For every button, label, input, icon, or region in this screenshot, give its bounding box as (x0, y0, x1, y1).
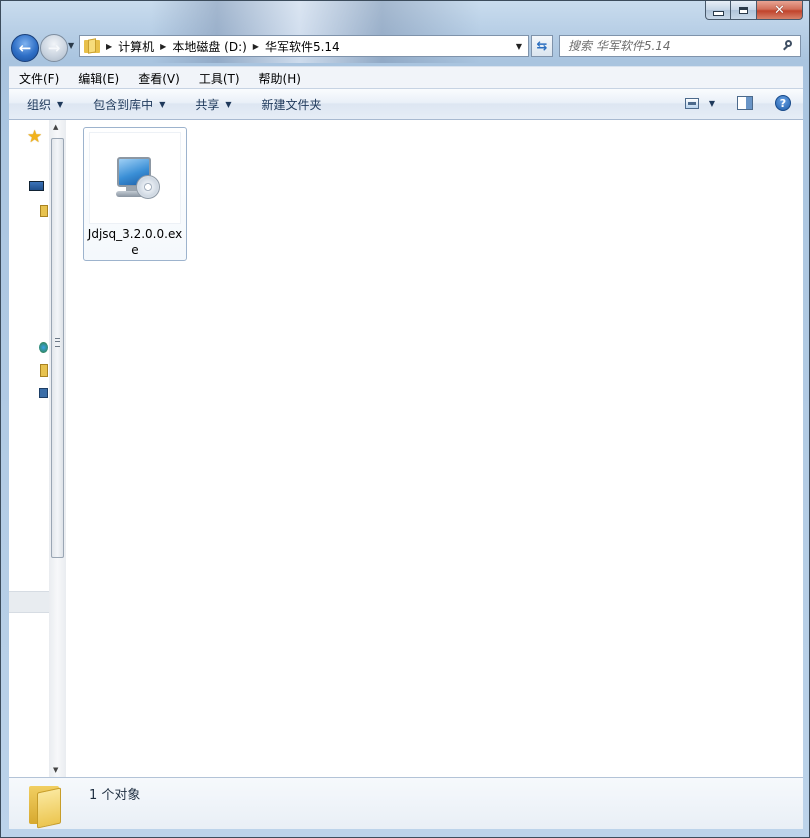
file-thumbnail (89, 132, 181, 224)
scroll-down-icon[interactable]: ▼ (53, 766, 58, 774)
window-controls: ✕ (705, 1, 803, 20)
navigation-pane-highlight (9, 591, 49, 613)
breadcrumb-separator-icon[interactable]: ▶ (106, 42, 112, 51)
file-item[interactable]: Jdjsq_3.2.0.0.exe (83, 127, 187, 261)
folder-icon (84, 38, 100, 54)
item-count: 1 个对象 (89, 788, 141, 803)
computer-folder-icon[interactable] (40, 364, 48, 377)
refresh-button[interactable]: ⇆ (531, 35, 553, 57)
view-options-dropdown-icon[interactable]: ▼ (709, 99, 715, 108)
share-button[interactable]: 共享 ▼ (195, 96, 231, 113)
menu-edit[interactable]: 编辑(E) (68, 70, 128, 87)
navigation-scrollbar[interactable]: ▲ ▼ (49, 120, 66, 777)
navigation-pane: ★ (9, 120, 49, 777)
folder-icon (29, 784, 63, 829)
setup-monitor-disc-icon (114, 153, 162, 209)
breadcrumb-separator-icon[interactable]: ▶ (160, 42, 166, 51)
file-list-view[interactable]: Jdjsq_3.2.0.0.exe (66, 120, 803, 777)
menu-help[interactable]: 帮助(H) (249, 70, 310, 87)
breadcrumb-computer[interactable]: 计算机 (118, 38, 154, 55)
chevron-down-icon: ▼ (57, 99, 64, 109)
scroll-grip-icon (55, 338, 60, 347)
chevron-down-icon: ▼ (159, 99, 166, 109)
star-icon[interactable]: ★ (27, 129, 42, 146)
command-bar: 组织 ▼ 包含到库中 ▼ 共享 ▼ 新建文件夹 ▼ ? (9, 88, 803, 120)
include-in-library-button[interactable]: 包含到库中 ▼ (93, 96, 165, 113)
homegroup-icon[interactable] (39, 342, 48, 353)
back-arrow-icon: ← (18, 38, 32, 57)
close-icon: ✕ (774, 2, 785, 18)
menu-bar: 文件(F) 编辑(E) 查看(V) 工具(T) 帮助(H) (9, 66, 803, 89)
new-folder-button[interactable]: 新建文件夹 (262, 96, 322, 113)
view-controls: ▼ ? (684, 95, 791, 111)
menu-tools[interactable]: 工具(T) (189, 70, 249, 87)
forward-arrow-icon: → (47, 38, 61, 57)
maximize-button[interactable] (731, 1, 757, 20)
network-icon[interactable] (39, 388, 48, 398)
scroll-thumb[interactable] (51, 138, 64, 558)
maximize-icon (739, 6, 748, 14)
chevron-down-icon: ▼ (225, 99, 232, 109)
scroll-up-icon[interactable]: ▲ (53, 123, 58, 131)
organize-button[interactable]: 组织 ▼ (27, 96, 63, 113)
include-in-library-label: 包含到库中 (93, 97, 154, 112)
breadcrumb-separator-icon[interactable]: ▶ (253, 42, 259, 51)
details-pane: 1 个对象 (9, 777, 803, 829)
organize-label: 组织 (27, 97, 52, 112)
address-bar[interactable]: ▶ 计算机 ▶ 本地磁盘 (D:) ▶ 华军软件5.14 ▼ (79, 35, 529, 57)
search-box[interactable] (559, 35, 801, 57)
libraries-icon[interactable] (40, 205, 48, 217)
desktop-icon[interactable] (29, 181, 44, 191)
explorer-window: ✕ ← → ▼ ▶ 计算机 ▶ 本地磁盘 (D:) ▶ 华军软件5.14 ▼ ⇆… (0, 0, 810, 838)
menu-view[interactable]: 查看(V) (128, 70, 189, 87)
minimize-icon (712, 10, 724, 16)
breadcrumb-current-folder[interactable]: 华军软件5.14 (265, 38, 340, 55)
file-name: Jdjsq_3.2.0.0.exe (87, 227, 183, 257)
share-label: 共享 (195, 97, 220, 112)
minimize-button[interactable] (705, 1, 731, 20)
search-icon[interactable] (783, 40, 795, 52)
address-history-dropdown-icon[interactable]: ▼ (516, 42, 522, 51)
change-view-icon[interactable] (684, 97, 699, 109)
title-bar[interactable]: ✕ (1, 1, 809, 29)
menu-file[interactable]: 文件(F) (9, 70, 68, 87)
recent-pages-dropdown[interactable]: ▼ (68, 41, 74, 50)
help-icon[interactable]: ? (775, 95, 791, 111)
search-input[interactable] (568, 39, 778, 53)
close-button[interactable]: ✕ (757, 1, 803, 20)
preview-pane-icon[interactable] (737, 96, 753, 110)
forward-button[interactable]: → (40, 34, 68, 62)
breadcrumb-local-disk[interactable]: 本地磁盘 (D:) (172, 38, 246, 55)
refresh-icon: ⇆ (536, 38, 548, 54)
back-button[interactable]: ← (11, 34, 39, 62)
